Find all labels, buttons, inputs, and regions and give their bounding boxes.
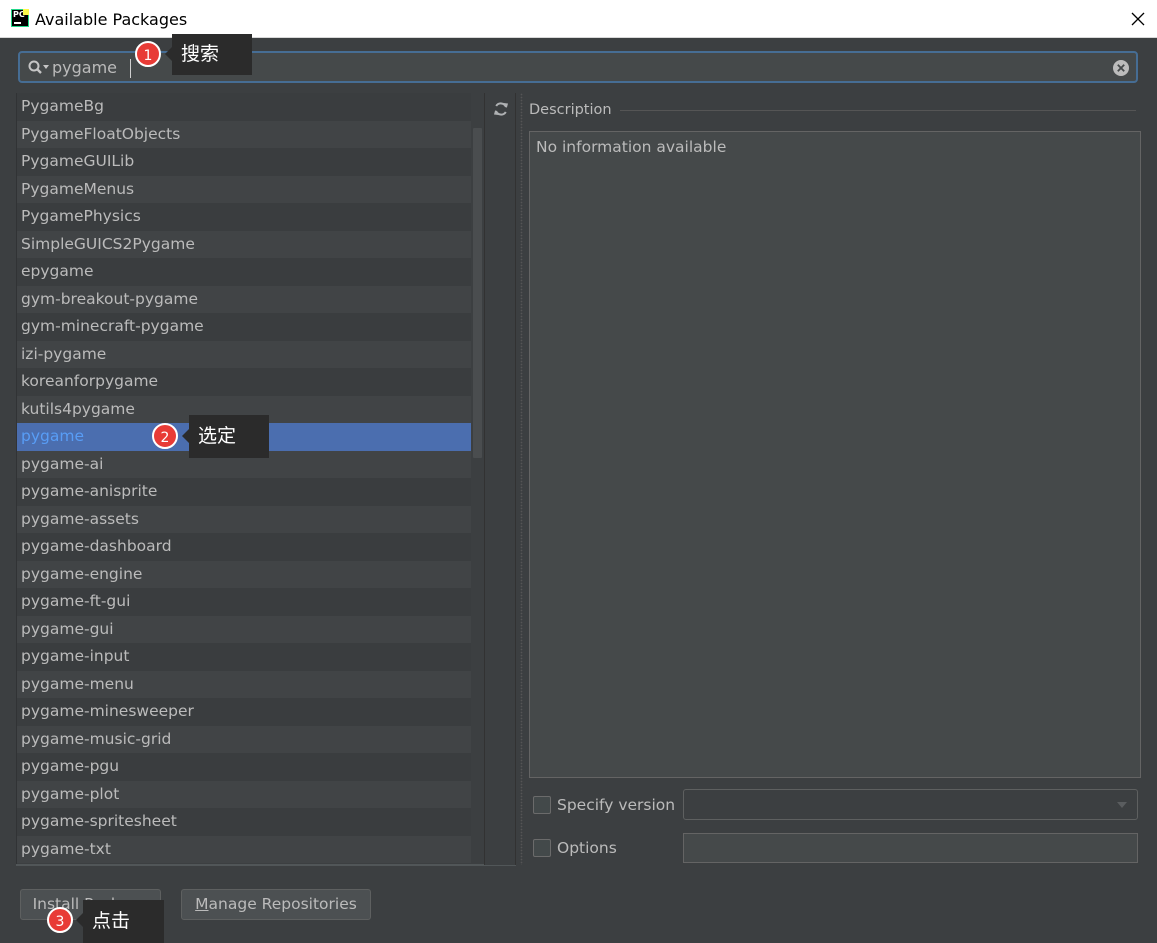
- package-row[interactable]: pygame-assets: [17, 505, 484, 533]
- search-icon[interactable]: [27, 59, 53, 77]
- package-row[interactable]: PygameBg: [17, 93, 484, 121]
- package-row[interactable]: pygame-spritesheet: [17, 808, 484, 836]
- list-toolbar: [484, 93, 516, 865]
- package-row[interactable]: pygame-menu: [17, 670, 484, 698]
- step-3-callout: 点击: [83, 900, 164, 943]
- specify-version-checkbox[interactable]: [533, 796, 551, 814]
- close-icon: [1131, 12, 1145, 26]
- window-titlebar: PC Available Packages: [0, 0, 1157, 38]
- description-label: Description: [529, 102, 612, 118]
- package-row[interactable]: epygame: [17, 258, 484, 286]
- package-row[interactable]: koreanforpygame: [17, 368, 484, 396]
- options-checkbox[interactable]: [533, 839, 551, 857]
- pycharm-logo-icon: PC: [11, 9, 29, 27]
- package-row[interactable]: pygame-pgu: [17, 753, 484, 781]
- options-input[interactable]: [683, 833, 1138, 863]
- manage-mnemonic: M: [195, 895, 209, 913]
- version-select[interactable]: [683, 789, 1138, 820]
- description-separator: [620, 110, 1136, 111]
- description-text: No information available: [536, 138, 727, 156]
- package-row[interactable]: pygame-music-grid: [17, 725, 484, 753]
- step-3-pointer: [76, 913, 83, 927]
- step-1-badge: 1: [135, 41, 161, 67]
- package-row[interactable]: SimpleGUICS2Pygame: [17, 230, 484, 258]
- description-panel: No information available: [529, 131, 1141, 778]
- package-row[interactable]: pygame-engine: [17, 560, 484, 588]
- package-row[interactable]: izi-pygame: [17, 340, 484, 368]
- package-row[interactable]: PygameGUILib: [17, 148, 484, 176]
- package-row[interactable]: pygame-dashboard: [17, 533, 484, 561]
- window-title: Available Packages: [35, 10, 188, 29]
- package-row[interactable]: PygameFloatObjects: [17, 120, 484, 148]
- close-button[interactable]: [1119, 0, 1157, 38]
- step-1-pointer: [165, 47, 172, 61]
- options-label: Options: [557, 839, 617, 857]
- dropdown-arrow-icon: [1117, 802, 1127, 808]
- package-row[interactable]: pygame-minesweeper: [17, 698, 484, 726]
- list-scrollbar-thumb[interactable]: [473, 128, 482, 458]
- package-list[interactable]: PygameBg PygameFloatObjects PygameGUILib Py…: [16, 93, 484, 865]
- package-row[interactable]: pygame-plot: [17, 780, 484, 808]
- step-3-badge: 3: [47, 907, 73, 933]
- step-2-pointer: [182, 429, 189, 443]
- package-row[interactable]: pygame-anisprite: [17, 478, 484, 506]
- package-row[interactable]: pygame-gui: [17, 615, 484, 643]
- package-row[interactable]: PygamePhysics: [17, 203, 484, 231]
- step-2-callout: 选定: [189, 415, 269, 458]
- clear-search-icon[interactable]: [1112, 59, 1130, 77]
- package-row[interactable]: PygameMenus: [17, 175, 484, 203]
- package-row[interactable]: pygame-ft-gui: [17, 588, 484, 616]
- step-2-badge: 2: [152, 423, 178, 449]
- package-row[interactable]: gym-breakout-pygame: [17, 285, 484, 313]
- panel-splitter[interactable]: [520, 93, 523, 865]
- text-caret: [130, 59, 131, 78]
- step-1-callout: 搜索: [172, 34, 252, 75]
- refresh-icon[interactable]: [493, 101, 509, 117]
- specify-version-label: Specify version: [557, 796, 676, 814]
- list-divider: [16, 864, 516, 866]
- package-row[interactable]: gym-minecraft-pygame: [17, 313, 484, 341]
- manage-repositories-button[interactable]: Manage Repositories: [181, 889, 371, 920]
- manage-repositories-label: anage Repositories: [208, 895, 357, 913]
- package-row[interactable]: pygame-txt: [17, 835, 484, 863]
- package-row[interactable]: pygame-input: [17, 643, 484, 671]
